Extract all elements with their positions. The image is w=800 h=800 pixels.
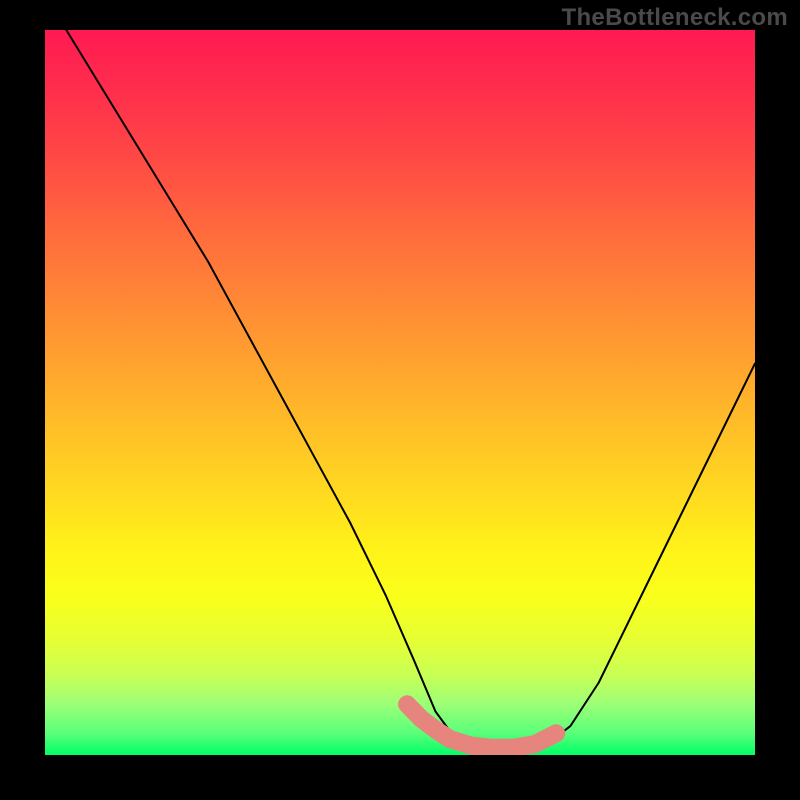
chart-container: TheBottleneck.com (0, 0, 800, 800)
curve-svg (45, 30, 755, 755)
plot-area (45, 30, 755, 755)
bottleneck-curve (66, 30, 755, 748)
watermark-text: TheBottleneck.com (562, 4, 788, 32)
minimum-highlight-band (407, 704, 556, 748)
